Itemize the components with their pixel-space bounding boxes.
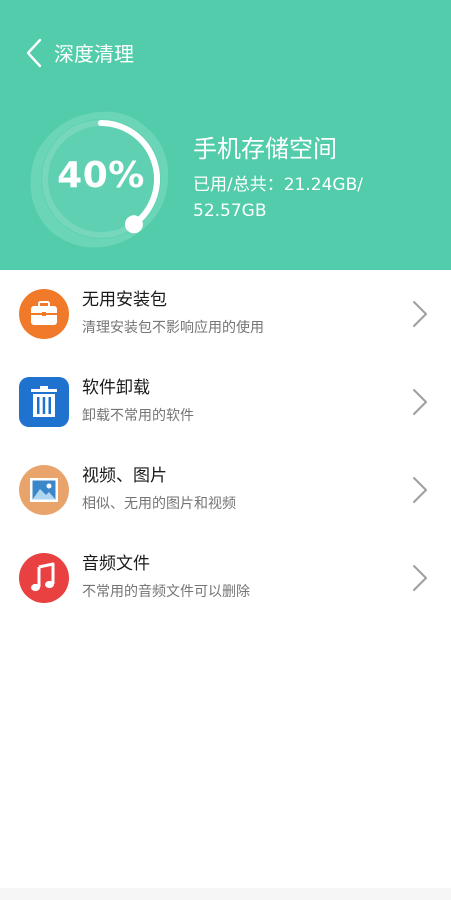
list-item-audio-files[interactable]: 音频文件 不常用的音频文件可以删除 bbox=[0, 534, 451, 622]
storage-title: 手机存储空间 bbox=[193, 135, 337, 163]
storage-usage: 已用/总共：21.24GB/ 52.57GB bbox=[193, 172, 433, 224]
list-item-desc: 不常用的音频文件可以删除 bbox=[82, 584, 250, 600]
page-title: 深度清理 bbox=[54, 42, 134, 66]
chevron-right-icon bbox=[413, 301, 427, 327]
storage-usage-line1: 已用/总共：21.24GB/ bbox=[193, 175, 363, 195]
list-item-title: 软件卸载 bbox=[82, 378, 150, 398]
list-item-desc: 相似、无用的图片和视频 bbox=[82, 496, 236, 512]
briefcase-icon bbox=[19, 289, 69, 339]
list-item-desc: 卸载不常用的软件 bbox=[82, 408, 194, 424]
chevron-right-icon bbox=[413, 565, 427, 591]
storage-progress-knob bbox=[124, 215, 143, 234]
list-item-app-uninstall[interactable]: 软件卸载 卸载不常用的软件 bbox=[0, 358, 451, 446]
list-item-title: 视频、图片 bbox=[82, 466, 167, 486]
list-item-desc: 清理安装包不影响应用的使用 bbox=[82, 320, 264, 336]
chevron-left-icon bbox=[26, 38, 42, 68]
list-item-title: 无用安装包 bbox=[82, 290, 167, 310]
storage-usage-line2: 52.57GB bbox=[193, 201, 267, 221]
chevron-right-icon bbox=[413, 477, 427, 503]
back-button[interactable] bbox=[18, 36, 50, 70]
header: 深度清理 40% 手机存储空间 已用/总共：21.24GB/ 52.57GB bbox=[0, 0, 451, 270]
music-note-icon bbox=[19, 553, 69, 603]
bottom-bar bbox=[0, 888, 451, 900]
storage-percent: 40% bbox=[57, 155, 145, 196]
chevron-right-icon bbox=[413, 389, 427, 415]
list-item-videos-images[interactable]: 视频、图片 相似、无用的图片和视频 bbox=[0, 446, 451, 534]
cleanup-list: 无用安装包 清理安装包不影响应用的使用 软件卸载 卸载不常用的软件 视频、图片 … bbox=[0, 270, 451, 622]
image-icon bbox=[19, 465, 69, 515]
trash-icon bbox=[19, 377, 69, 427]
list-item-title: 音频文件 bbox=[82, 554, 150, 574]
list-item-unused-packages[interactable]: 无用安装包 清理安装包不影响应用的使用 bbox=[0, 270, 451, 358]
